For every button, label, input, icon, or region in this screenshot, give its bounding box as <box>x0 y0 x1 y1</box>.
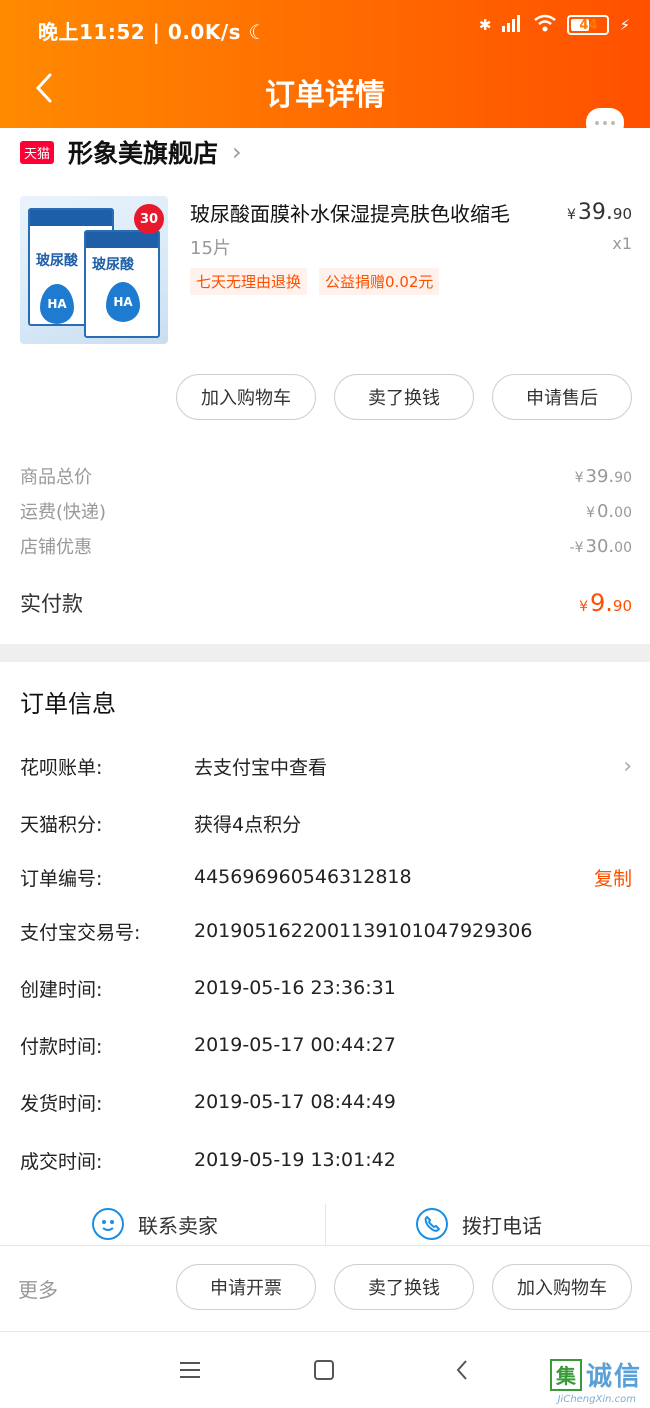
product-tags: 七天无理由退换 公益捐赠0.02元 <box>190 268 440 295</box>
chevron-right-icon: › <box>232 138 242 166</box>
contact-seller-button[interactable]: 联系卖家 <box>92 1208 218 1240</box>
menu-icon <box>180 1362 200 1378</box>
sell-item-bottom-button[interactable]: 卖了换钱 <box>334 1264 474 1310</box>
price-row-discount: 店铺优惠 -¥ 30.00 <box>20 535 632 559</box>
store-name: 形象美旗舰店 <box>68 139 219 168</box>
watermark-logo: 集 诚信 <box>549 1356 642 1393</box>
info-row-order-number: 订单编号: 445696960546312818 复制 <box>20 861 632 893</box>
watermark-url: JiChengXin.com <box>557 1394 636 1405</box>
product-spec: 15片 <box>190 238 231 259</box>
moon-icon: ☾ <box>248 20 267 44</box>
info-row-shipped: 发货时间: 2019-05-17 08:44:49 <box>20 1091 396 1115</box>
contact-bar: 联系卖家 拨打电话 <box>0 1200 650 1246</box>
product-price: ¥39.90 <box>566 200 632 225</box>
tmall-badge: 天猫 <box>20 140 55 164</box>
message-bubble-icon <box>586 108 624 138</box>
copy-order-number-button[interactable]: 复制 <box>594 864 632 891</box>
contact-divider <box>325 1204 326 1246</box>
back-nav-button[interactable] <box>444 1354 480 1386</box>
paid-amount: ¥9.90 <box>579 589 632 617</box>
paid-amount-row: 实付款 ¥9.90 <box>20 586 632 620</box>
status-icons: ✱ 44 ⚡ <box>479 14 630 36</box>
after-sales-button[interactable]: 申请售后 <box>492 374 632 420</box>
tag-charity: 公益捐赠0.02元 <box>319 268 440 295</box>
home-nav-button[interactable] <box>306 1354 342 1386</box>
section-divider <box>0 644 650 662</box>
sell-item-button[interactable]: 卖了换钱 <box>334 374 474 420</box>
product-quantity: x1 <box>612 234 632 253</box>
price-row-total: 商品总价 ¥39.90 <box>20 465 632 489</box>
more-dots-icon <box>588 140 594 158</box>
package-front: 玻尿酸 HA <box>84 230 160 338</box>
bluetooth-icon: ✱ <box>478 16 492 34</box>
bottom-action-bar: 更多 申请开票 卖了换钱 加入购物车 <box>0 1248 650 1332</box>
info-row-created: 创建时间: 2019-05-16 23:36:31 <box>20 977 396 1001</box>
chevron-right-icon: › <box>623 753 632 779</box>
chat-face-icon <box>92 1208 124 1240</box>
info-row-paid: 付款时间: 2019-05-17 00:44:27 <box>20 1034 396 1058</box>
info-row-alipay-txn: 支付宝交易号: 2019051622001139101047929306 <box>20 920 533 944</box>
tag-return-policy: 七天无理由退换 <box>190 268 308 295</box>
item-actions: 加入购物车 卖了换钱 申请售后 <box>176 374 632 420</box>
add-to-cart-bottom-button[interactable]: 加入购物车 <box>492 1264 632 1310</box>
home-square-icon <box>314 1360 334 1380</box>
price-row-shipping: 运费(快递) ¥0.00 <box>20 500 632 524</box>
info-row-points: 天猫积分: 获得4点积分 <box>20 813 302 836</box>
app-header: 晚上11:52 | 0.0K/s ☾ ✱ 44 ⚡ 订单详情 <box>0 0 650 158</box>
more-options-button[interactable]: 更多 <box>18 1274 58 1303</box>
status-bar: 晚上11:52 | 0.0K/s ☾ ✱ 44 ⚡ <box>0 0 650 58</box>
add-to-cart-button[interactable]: 加入购物车 <box>176 374 316 420</box>
request-invoice-button[interactable]: 申请开票 <box>176 1264 316 1310</box>
call-phone-button[interactable]: 拨打电话 <box>416 1208 542 1240</box>
info-row-completed: 成交时间: 2019-05-19 13:01:42 <box>20 1149 396 1173</box>
charging-icon: ⚡ <box>619 16 630 34</box>
product-title[interactable]: 玻尿酸面膜补水保湿提亮肤色收缩毛 <box>190 198 550 227</box>
page-title: 订单详情 <box>265 78 385 113</box>
count-badge: 30 <box>134 204 164 234</box>
menu-nav-button[interactable] <box>172 1354 208 1386</box>
more-menu-button[interactable] <box>586 56 630 158</box>
network-speed: 0.0K/s <box>167 20 242 44</box>
wifi-icon <box>533 14 557 36</box>
store-link[interactable]: 天猫 形象美旗舰店 › <box>20 134 242 170</box>
phone-icon <box>416 1208 448 1240</box>
battery-level: 44 <box>579 17 598 33</box>
chevron-left-icon <box>456 1360 467 1380</box>
bottom-buttons: 申请开票 卖了换钱 加入购物车 <box>176 1264 632 1310</box>
signal-icon <box>501 14 523 36</box>
product-image[interactable]: 玻尿酸 HA 玻尿酸 HA 30 <box>20 196 168 344</box>
status-time: 晚上11:52 <box>38 20 146 44</box>
status-time-speed: 晚上11:52 | 0.0K/s ☾ <box>38 20 267 44</box>
battery-icon: 44 <box>567 15 610 35</box>
order-info-title: 订单信息 <box>20 690 116 718</box>
paid-label: 实付款 <box>20 592 83 616</box>
info-row-huabei[interactable]: 花呗账单: 去支付宝中查看 › <box>20 750 632 782</box>
